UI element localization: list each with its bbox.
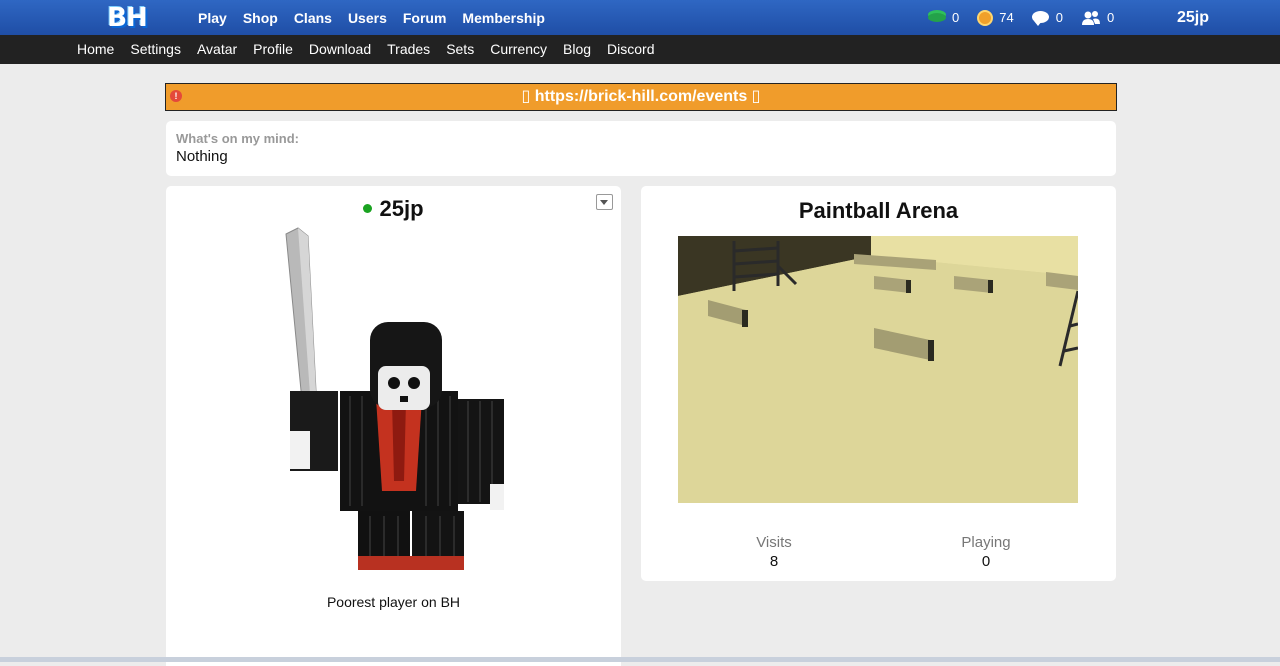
visits-label: Visits [756,534,792,551]
subnav-trades[interactable]: Trades [379,35,438,64]
subnav-home[interactable]: Home [69,35,122,64]
alert-link[interactable]: ▯ https://brick-hill.com/events ▯ [166,84,1116,110]
avatar-image [266,226,526,581]
taskbar-edge [0,657,1280,662]
bucks-count: 0 [952,10,960,25]
nav-clans[interactable]: Clans [286,0,340,35]
account-username[interactable]: 25jp [1177,0,1209,35]
visits-stat: Visits 8 [714,534,834,570]
friends-stat[interactable]: 0 [1081,10,1114,26]
brick-hill-logo[interactable]: BH [104,3,150,33]
profile-dropdown-button[interactable] [596,194,613,210]
subnav-discord[interactable]: Discord [599,35,662,64]
visits-value: 8 [769,553,779,570]
subnav-currency[interactable]: Currency [482,35,555,64]
subnav-download[interactable]: Download [301,35,379,64]
messages-stat[interactable]: 0 [1031,10,1063,26]
status-card: What's on my mind: Nothing [166,121,1116,176]
nav-membership[interactable]: Membership [454,0,552,35]
alert-banner: ! ▯ https://brick-hill.com/events ▯ [165,83,1117,111]
bits-stat[interactable]: 74 [977,9,1014,26]
nav-forum[interactable]: Forum [395,0,455,35]
message-icon [1031,10,1050,26]
profile-card: 25jp Poorest player on BH [166,186,621,666]
bits-icon [977,9,994,26]
game-card: Paintball Arena Visits 8 Playing 0 [641,186,1116,581]
nav-play[interactable]: Play [190,0,235,35]
playing-label: Playing [961,534,1011,551]
main-nav: Play Shop Clans Users Forum Membership [190,0,553,35]
profile-username: 25jp [379,196,424,221]
currency-stats: 0 74 0 0 [928,0,1132,35]
status-label: What's on my mind: [176,131,299,146]
status-value: Nothing [176,148,228,165]
subnav-profile[interactable]: Profile [245,35,301,64]
bits-count: 74 [999,10,1014,25]
bucks-icon [928,13,946,22]
online-indicator [363,204,373,213]
messages-count: 0 [1055,10,1063,25]
top-navbar: BH Play Shop Clans Users Forum Membershi… [0,0,1280,36]
game-title[interactable]: Paintball Arena [641,198,1116,224]
game-thumbnail[interactable] [678,236,1078,503]
friends-count: 0 [1106,10,1115,25]
playing-stat: Playing 0 [926,534,1046,570]
sub-nav: Home Settings Avatar Profile Download Tr… [69,35,663,64]
subnav-sets[interactable]: Sets [438,35,482,64]
subnav-settings[interactable]: Settings [122,35,189,64]
playing-value: 0 [981,553,991,570]
friends-icon [1081,10,1101,26]
nav-users[interactable]: Users [340,0,395,35]
profile-name: 25jp [166,196,621,222]
secondary-navbar: Home Settings Avatar Profile Download Tr… [0,35,1280,64]
bucks-stat[interactable]: 0 [928,10,959,25]
nav-shop[interactable]: Shop [235,0,286,35]
subnav-blog[interactable]: Blog [555,35,599,64]
subnav-avatar[interactable]: Avatar [189,35,245,64]
profile-blurb: Poorest player on BH [326,594,461,610]
